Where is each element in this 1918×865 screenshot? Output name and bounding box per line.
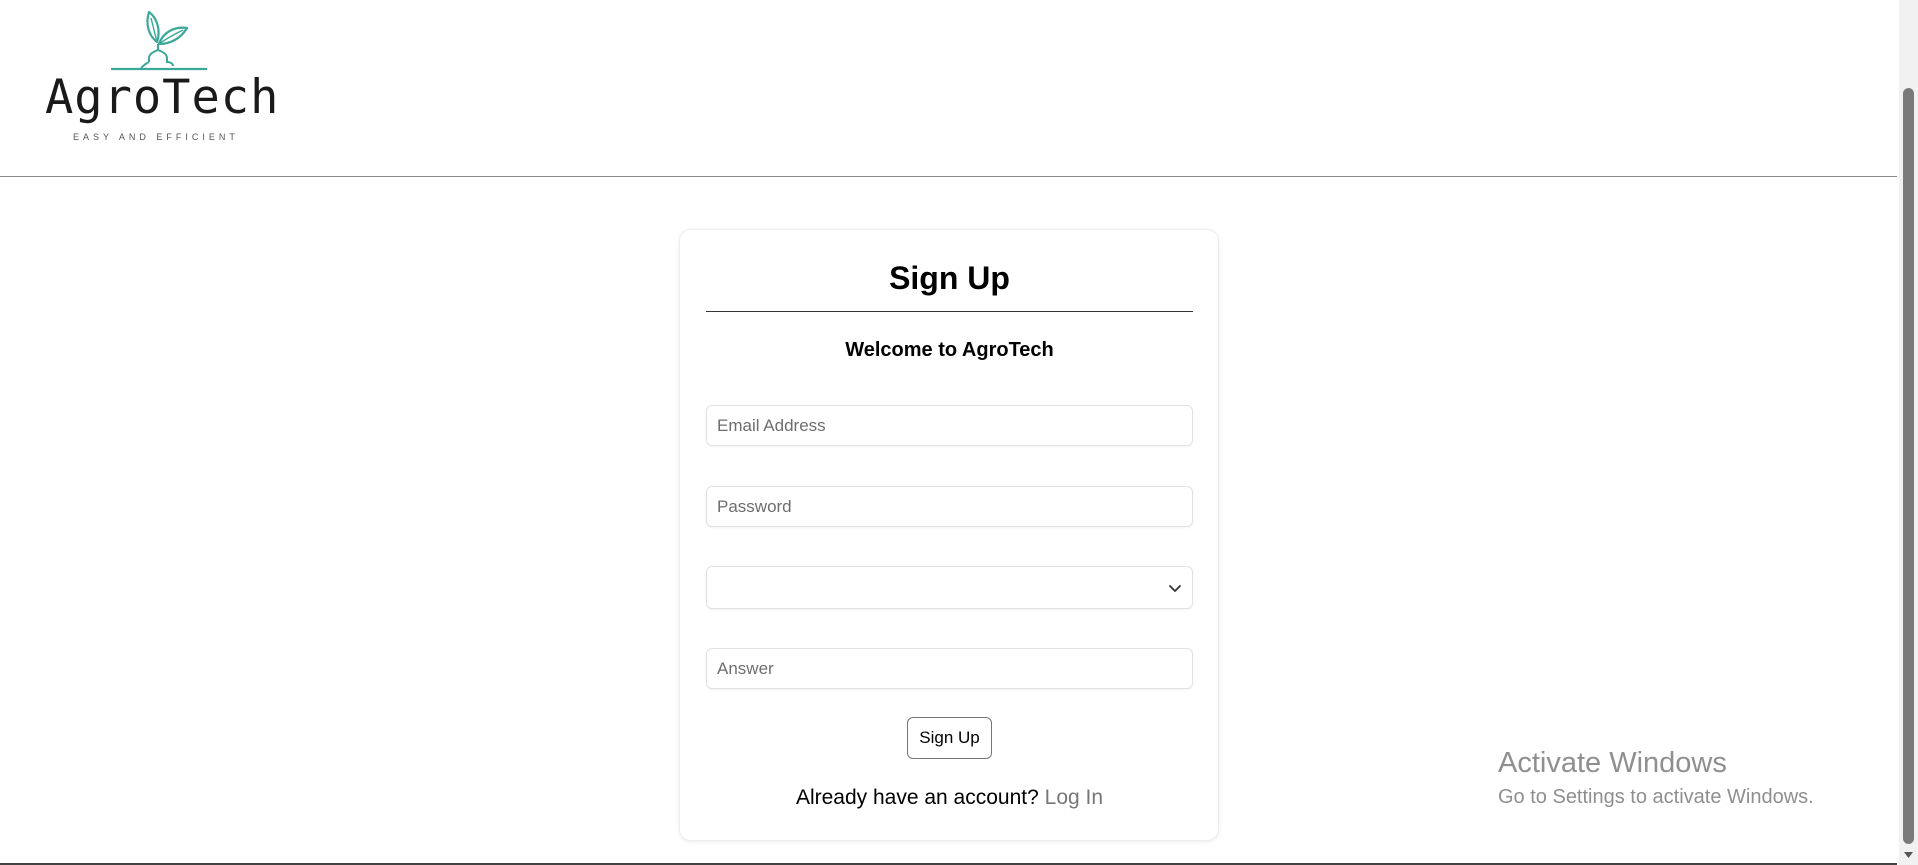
answer-field[interactable] (706, 648, 1193, 689)
activate-windows-watermark: Activate Windows Go to Settings to activ… (1498, 747, 1878, 808)
welcome-subtitle: Welcome to AgroTech (845, 339, 1054, 361)
scrollbar-thumb[interactable] (1903, 88, 1914, 844)
title-divider (706, 311, 1193, 312)
page: AgroTech EASY AND EFFICIENT Sign Up Welc… (0, 0, 1918, 865)
scroll-down-arrow-icon[interactable] (1903, 849, 1914, 860)
vertical-scrollbar[interactable] (1899, 0, 1918, 865)
password-field[interactable] (706, 486, 1193, 527)
security-question-select[interactable] (706, 566, 1193, 609)
logo[interactable]: AgroTech EASY AND EFFICIENT (45, 8, 280, 148)
sprout-icon (111, 10, 207, 71)
chevron-down-icon (1169, 585, 1181, 592)
login-prompt-text: Already have an account? (795, 786, 1039, 809)
watermark-subtitle: Go to Settings to activate Windows. (1498, 786, 1814, 808)
site-header: AgroTech EASY AND EFFICIENT (0, 0, 1897, 177)
logo-wordmark: AgroTech (45, 70, 280, 125)
login-link[interactable]: Log In (1045, 786, 1103, 809)
signup-card: Sign Up Welcome to AgroTech Sign Up Alre… (679, 229, 1219, 841)
email-field[interactable] (706, 405, 1193, 446)
page-title: Sign Up (889, 260, 1010, 296)
watermark-title: Activate Windows (1498, 747, 1727, 779)
signup-button[interactable]: Sign Up (907, 717, 992, 759)
login-prompt-row: Already have an account? Log In (706, 787, 1193, 808)
logo-tagline: EASY AND EFFICIENT (73, 132, 239, 142)
